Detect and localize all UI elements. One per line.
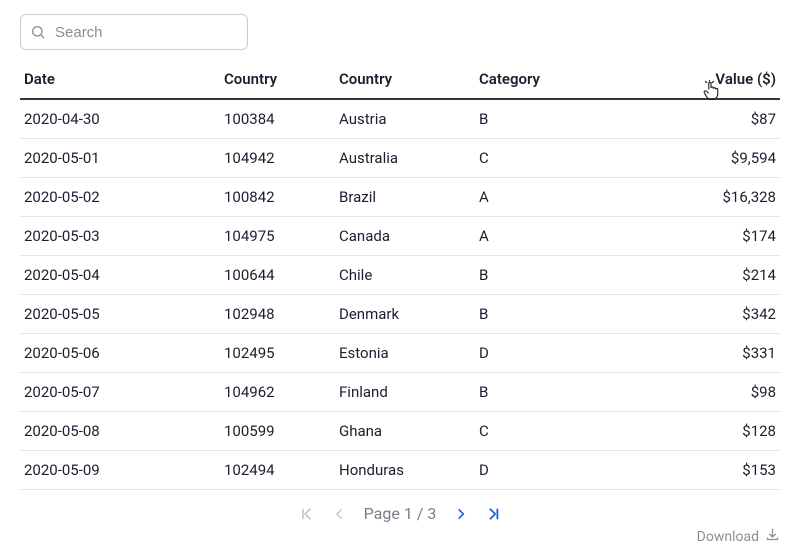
first-page-button[interactable] [298,505,316,523]
cell-country: Austria [335,99,475,139]
cell-id: 104975 [220,217,335,256]
cell-country: Honduras [335,451,475,490]
download-icon [765,527,780,546]
cell-id: 100842 [220,178,335,217]
cell-category: B [475,99,645,139]
cell-category: B [475,295,645,334]
cell-value: $87 [645,99,780,139]
header-value[interactable]: Value ($) [645,62,780,99]
cell-id: 102494 [220,451,335,490]
download-label: Download [697,529,759,545]
cell-value: $331 [645,334,780,373]
header-country[interactable]: Country [335,62,475,99]
cell-date: 2020-05-01 [20,139,220,178]
cell-date: 2020-04-30 [20,99,220,139]
cell-country: Ghana [335,412,475,451]
cell-category: C [475,412,645,451]
cell-date: 2020-05-08 [20,412,220,451]
cell-category: C [475,139,645,178]
table-row: 2020-05-01104942AustraliaC$9,594 [20,139,780,178]
cell-category: B [475,373,645,412]
cell-id: 100384 [220,99,335,139]
cell-country: Canada [335,217,475,256]
header-category[interactable]: Category [475,62,645,99]
cell-country: Estonia [335,334,475,373]
cell-category: D [475,451,645,490]
cell-value: $16,328 [645,178,780,217]
header-value-label: Value ($) [715,70,776,88]
cell-category: D [475,334,645,373]
cell-value: $9,594 [645,139,780,178]
cell-date: 2020-05-02 [20,178,220,217]
table-row: 2020-05-05102948DenmarkB$342 [20,295,780,334]
cell-value: $174 [645,217,780,256]
cell-date: 2020-05-06 [20,334,220,373]
cell-country: Finland [335,373,475,412]
cell-country: Denmark [335,295,475,334]
cell-id: 104962 [220,373,335,412]
last-page-button[interactable] [484,505,502,523]
header-id[interactable]: Country [220,62,335,99]
table-row: 2020-05-04100644ChileB$214 [20,256,780,295]
cell-id: 100644 [220,256,335,295]
cell-value: $153 [645,451,780,490]
cell-country: Australia [335,139,475,178]
table-row: 2020-05-02100842BrazilA$16,328 [20,178,780,217]
table-row: 2020-05-06102495EstoniaD$331 [20,334,780,373]
table-row: 2020-05-09102494HondurasD$153 [20,451,780,490]
table-row: 2020-05-08100599GhanaC$128 [20,412,780,451]
cell-id: 102495 [220,334,335,373]
cell-date: 2020-05-03 [20,217,220,256]
table-row: 2020-05-03104975CanadaA$174 [20,217,780,256]
pagination: Page 1 / 3 [298,504,503,523]
cell-category: B [475,256,645,295]
cell-category: A [475,217,645,256]
download-button[interactable]: Download [697,527,780,546]
cell-country: Brazil [335,178,475,217]
cell-id: 102948 [220,295,335,334]
cell-country: Chile [335,256,475,295]
cell-category: A [475,178,645,217]
table-row: 2020-04-30100384AustriaB$87 [20,99,780,139]
cell-value: $342 [645,295,780,334]
cell-date: 2020-05-04 [20,256,220,295]
search-icon [30,24,46,40]
cell-value: $128 [645,412,780,451]
cell-value: $214 [645,256,780,295]
page-indicator: Page 1 / 3 [364,504,437,523]
header-date[interactable]: Date [20,62,220,99]
cell-date: 2020-05-05 [20,295,220,334]
cell-value: $98 [645,373,780,412]
table-row: 2020-05-07104962FinlandB$98 [20,373,780,412]
search-input[interactable] [20,14,248,50]
cell-date: 2020-05-07 [20,373,220,412]
data-table: Date Country Country Category Value ($) … [20,62,780,490]
cell-id: 100599 [220,412,335,451]
cell-date: 2020-05-09 [20,451,220,490]
cell-id: 104942 [220,139,335,178]
